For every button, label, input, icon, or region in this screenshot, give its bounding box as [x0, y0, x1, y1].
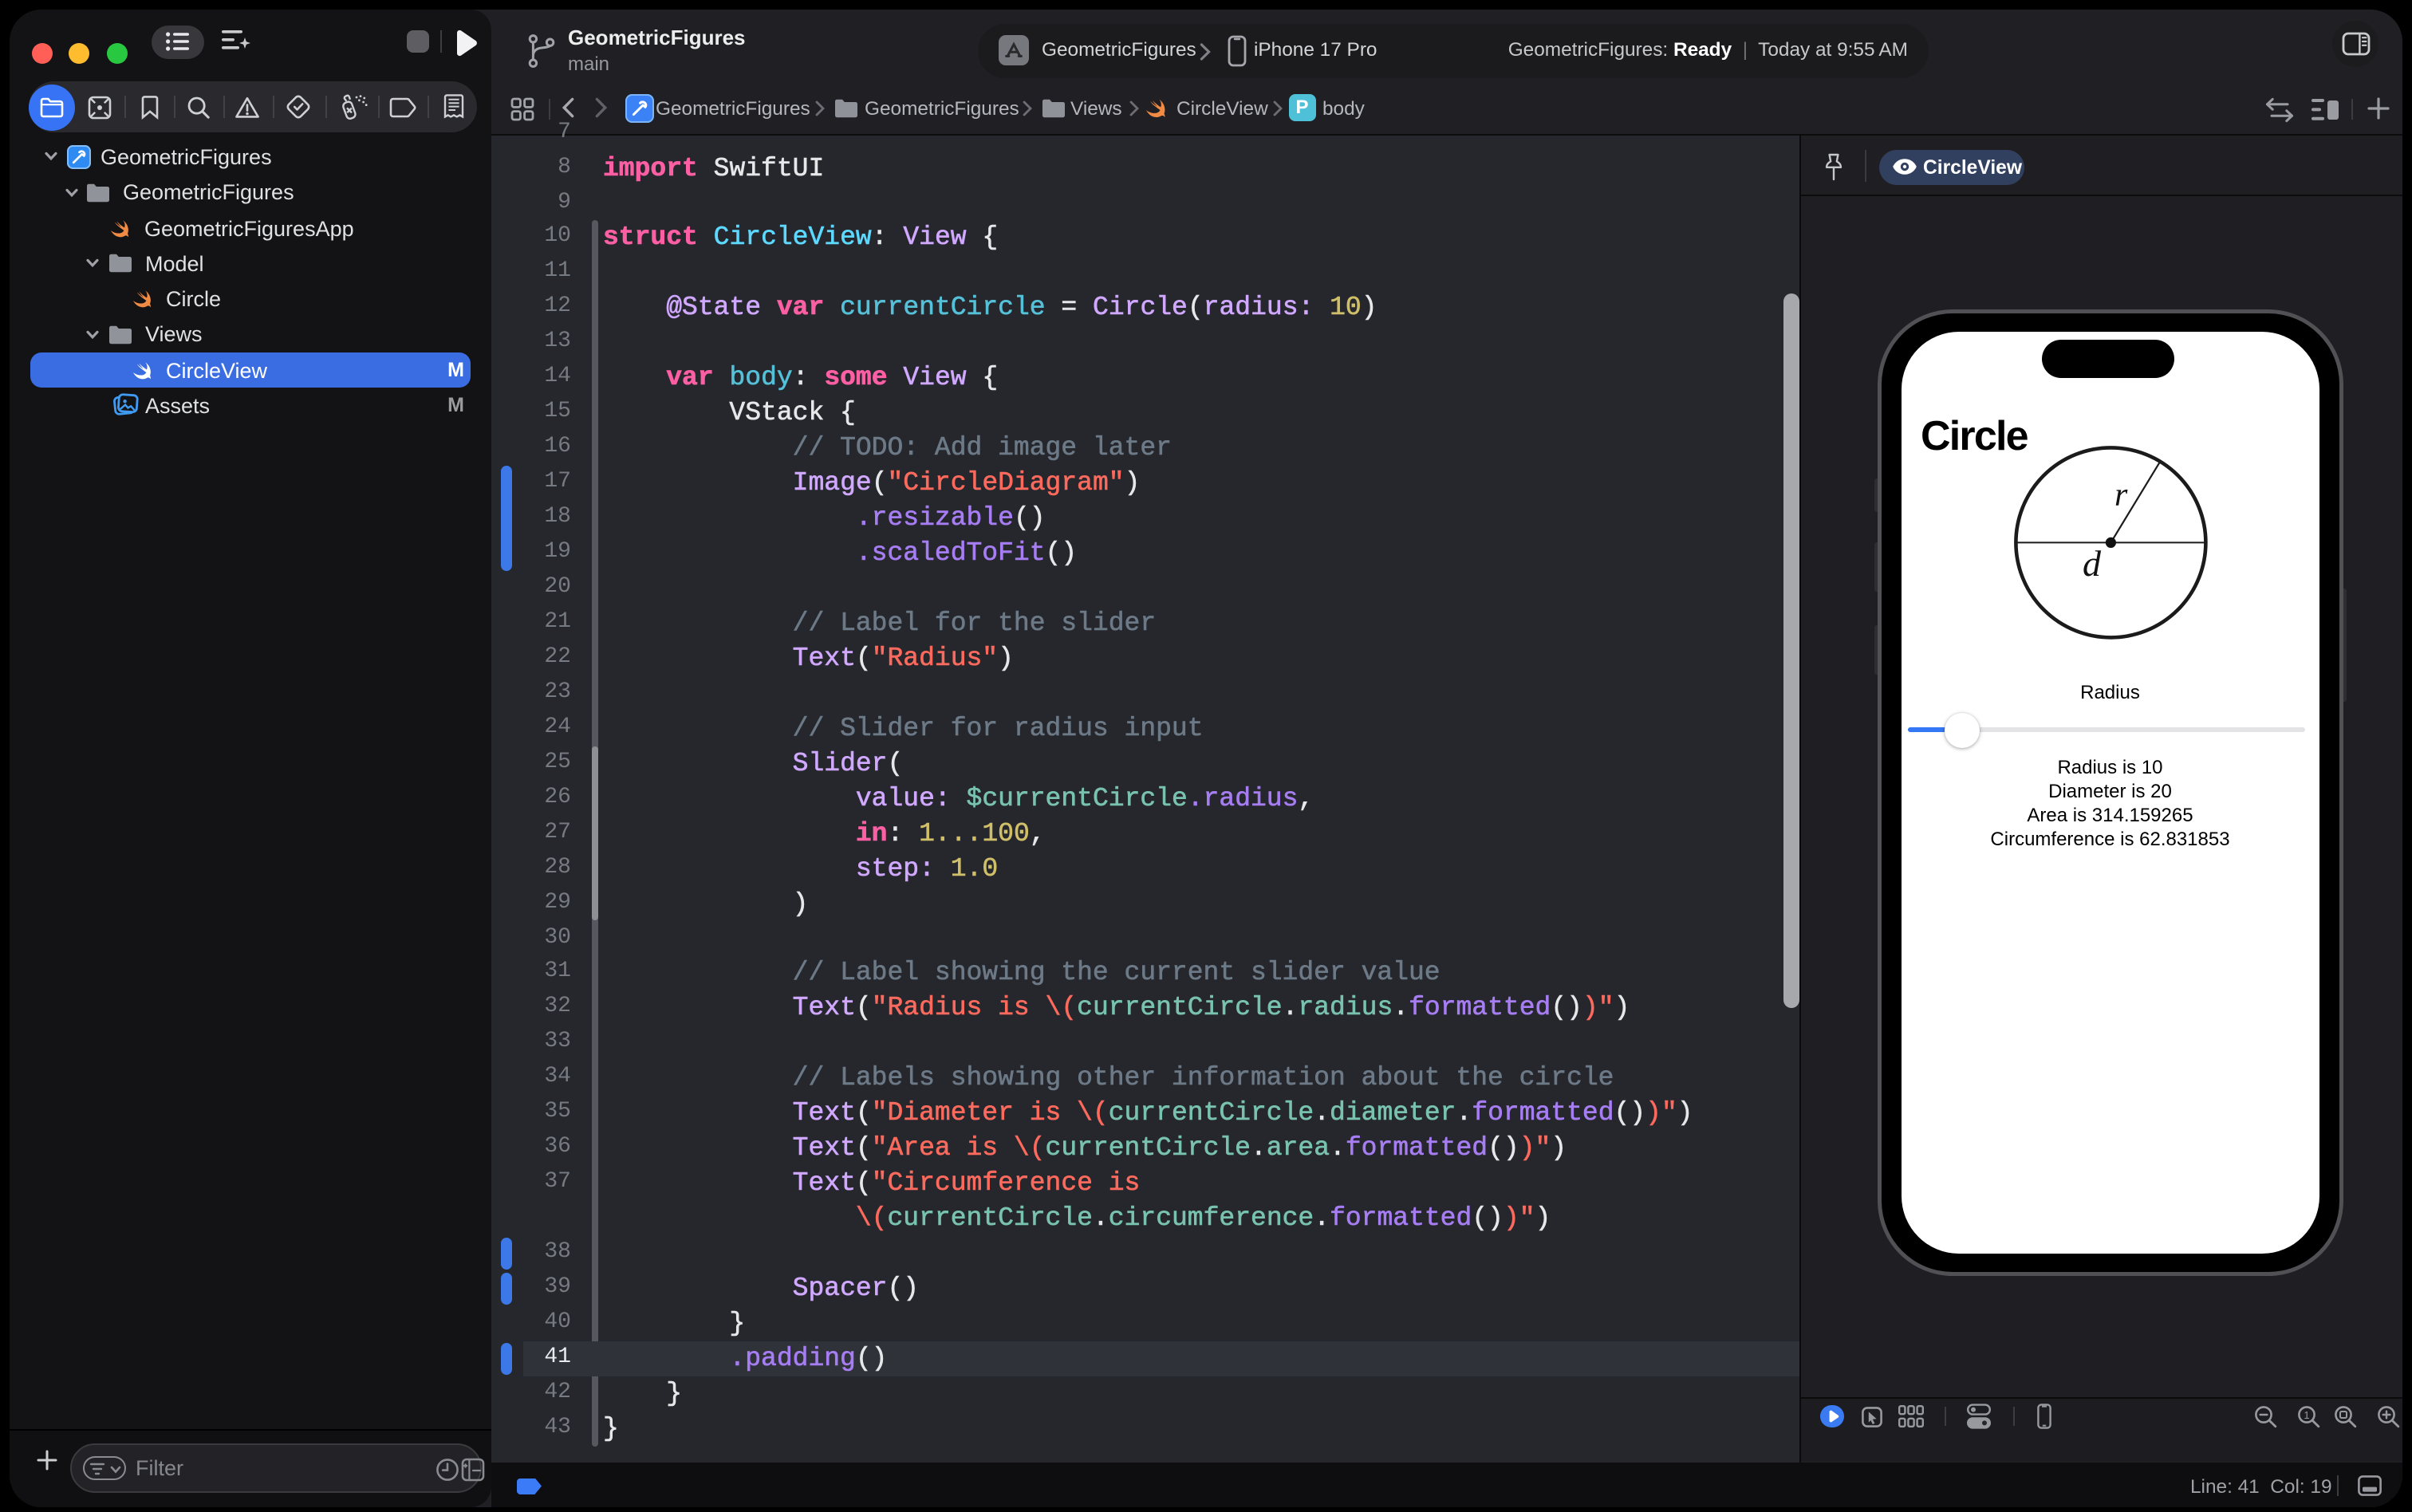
svg-text:1: 1 — [2303, 1409, 2308, 1421]
